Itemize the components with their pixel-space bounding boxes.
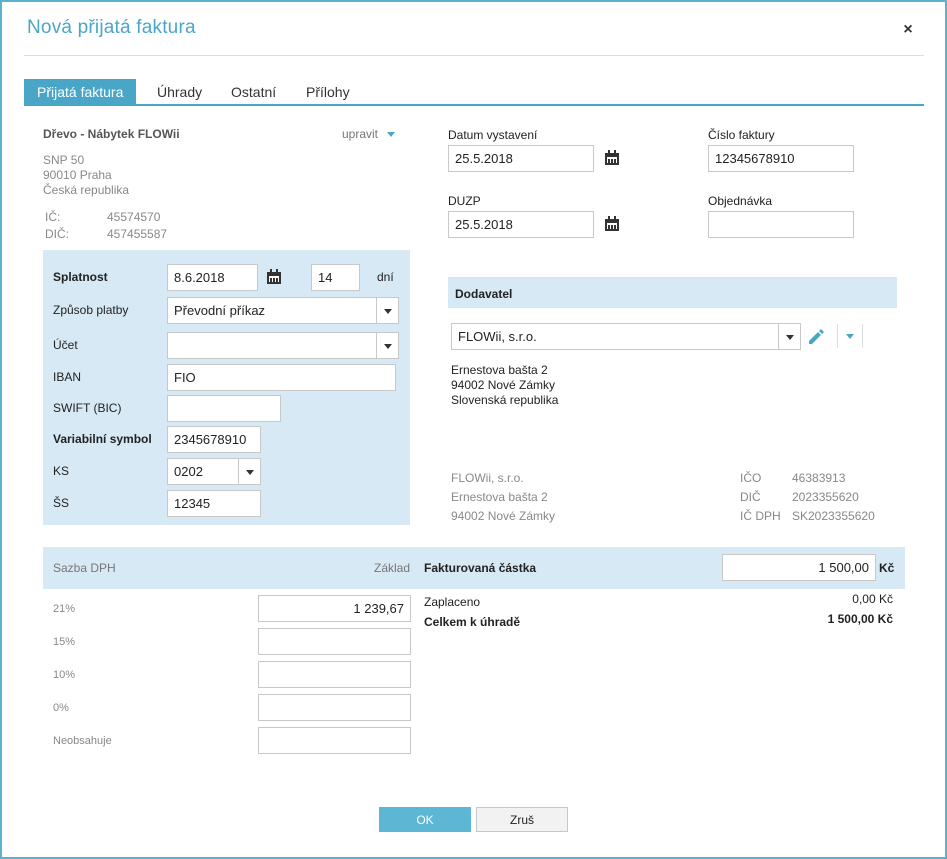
company-ico: 45574570 — [107, 210, 161, 224]
vat-base-21-input[interactable]: 1 239,67 — [258, 595, 411, 622]
supplier-header-panel — [448, 277, 897, 308]
invoiced-amount-label: Fakturovaná částka — [424, 561, 537, 575]
supplier-dropdown-button[interactable] — [778, 323, 801, 350]
vat-base-10-input[interactable] — [258, 661, 411, 688]
splatnost-date-input[interactable]: 8.6.2018 — [167, 264, 258, 291]
ss-input[interactable]: 12345 — [167, 490, 261, 517]
cancel-button[interactable]: Zruš — [476, 807, 568, 832]
close-icon[interactable]: × — [898, 20, 918, 40]
chevron-down-icon[interactable] — [387, 132, 395, 137]
company-country: Česká republika — [43, 183, 130, 197]
total-due-label: Celkem k úhradě — [424, 615, 521, 629]
invoice-dialog: Nová přijatá faktura × Přijatá faktura Ú… — [0, 0, 947, 859]
supplier-country: Slovenská republika — [451, 393, 559, 407]
zpusob-platby-select[interactable]: Převodní příkaz — [167, 297, 377, 324]
supplier-info-city: 94002 Nové Zámky — [451, 509, 556, 523]
variabilni-symbol-label: Variabilní symbol — [53, 432, 152, 446]
supplier-actions-divider — [862, 324, 863, 348]
calendar-icon[interactable] — [604, 216, 620, 232]
iban-input[interactable]: FIO — [167, 364, 396, 391]
supplier-select[interactable]: FLOWii, s.r.o. — [451, 323, 779, 350]
company-ico-label: IČ: — [45, 210, 61, 224]
supplier-city: 94002 Nové Zámky — [451, 378, 556, 392]
company-name: Dřevo - Nábytek FLOWii — [43, 127, 180, 141]
zpusob-platby-dropdown-button[interactable] — [376, 297, 399, 324]
supplier-info-name: FLOWii, s.r.o. — [451, 471, 524, 485]
calendar-icon[interactable] — [266, 269, 282, 285]
objednavka-label: Objednávka — [708, 194, 773, 208]
vat-rate-0: 0% — [53, 702, 69, 714]
ucet-dropdown-button[interactable] — [376, 332, 399, 359]
ks-select[interactable]: 0202 — [167, 458, 239, 485]
splatnost-days-input[interactable]: 14 — [311, 264, 360, 291]
ucet-label: Účet — [53, 338, 78, 352]
invoiced-amount-input[interactable]: 1 500,00 — [722, 554, 876, 581]
objednavka-input[interactable] — [708, 211, 854, 238]
datum-vystaveni-input[interactable]: 25.5.2018 — [448, 145, 594, 172]
splatnost-label: Splatnost — [53, 270, 108, 284]
supplier-ico: 46383913 — [792, 471, 846, 485]
supplier-ico-label: IČO — [740, 471, 762, 485]
chevron-down-icon[interactable] — [846, 334, 854, 339]
paid-label: Zaplaceno — [424, 595, 481, 609]
ss-label: ŠS — [53, 496, 70, 510]
tab-prilohy[interactable]: Přílohy — [293, 79, 363, 105]
vat-rate-10: 10% — [53, 669, 76, 681]
zpusob-platby-label: Způsob platby — [53, 303, 129, 317]
ok-button[interactable]: OK — [379, 807, 471, 832]
supplier-icdph-label: IČ DPH — [740, 509, 781, 523]
invoiced-currency: Kč — [879, 561, 895, 575]
total-due-value: 1 500,00 Kč — [827, 612, 893, 626]
vat-rate-header: Sazba DPH — [53, 561, 116, 575]
title-divider — [24, 55, 924, 56]
calendar-icon[interactable] — [604, 150, 620, 166]
company-city: 90010 Praha — [43, 168, 112, 182]
cislo-faktury-input[interactable]: 12345678910 — [708, 145, 854, 172]
supplier-actions-divider — [837, 324, 838, 348]
company-dic: 457455587 — [107, 227, 168, 241]
vat-rate-21: 21% — [53, 603, 76, 615]
days-unit-label: dní — [377, 270, 394, 284]
ks-dropdown-button[interactable] — [238, 458, 261, 485]
vat-rate-15: 15% — [53, 636, 76, 648]
vat-base-15-input[interactable] — [258, 628, 411, 655]
pencil-icon[interactable] — [807, 328, 825, 346]
company-dic-label: DIČ: — [45, 227, 69, 241]
vat-rate-none: Neobsahuje — [53, 735, 112, 747]
tab-prijata-faktura[interactable]: Přijatá faktura — [24, 79, 137, 105]
supplier-info-street: Ernestova bašta 2 — [451, 490, 548, 504]
swift-label: SWIFT (BIC) — [53, 401, 122, 415]
swift-input[interactable] — [167, 395, 281, 422]
paid-value: 0,00 Kč — [852, 592, 893, 606]
variabilni-symbol-input[interactable]: 2345678910 — [167, 426, 261, 453]
duzp-label: DUZP — [448, 194, 481, 208]
company-street: SNP 50 — [43, 153, 85, 167]
iban-label: IBAN — [53, 370, 82, 384]
supplier-icdph: SK2023355620 — [792, 509, 875, 523]
supplier-dic-label: DIČ — [740, 490, 761, 504]
dialog-title: Nová přijatá faktura — [27, 17, 196, 38]
ucet-select[interactable] — [167, 332, 377, 359]
supplier-header: Dodavatel — [455, 287, 513, 301]
duzp-input[interactable]: 25.5.2018 — [448, 211, 594, 238]
vat-base-header: Základ — [374, 561, 411, 575]
tab-ostatni[interactable]: Ostatní — [218, 79, 289, 105]
datum-vystaveni-label: Datum vystavení — [448, 128, 538, 142]
tab-divider — [24, 104, 924, 106]
company-edit-link[interactable]: upravit — [342, 127, 378, 141]
supplier-street: Ernestova bašta 2 — [451, 363, 548, 377]
vat-base-0-input[interactable] — [258, 694, 411, 721]
tab-uhrady[interactable]: Úhrady — [144, 79, 215, 105]
cislo-faktury-label: Číslo faktury — [708, 128, 775, 142]
ks-label: KS — [53, 464, 70, 478]
supplier-dic: 2023355620 — [792, 490, 859, 504]
vat-base-none-input[interactable] — [258, 727, 411, 754]
